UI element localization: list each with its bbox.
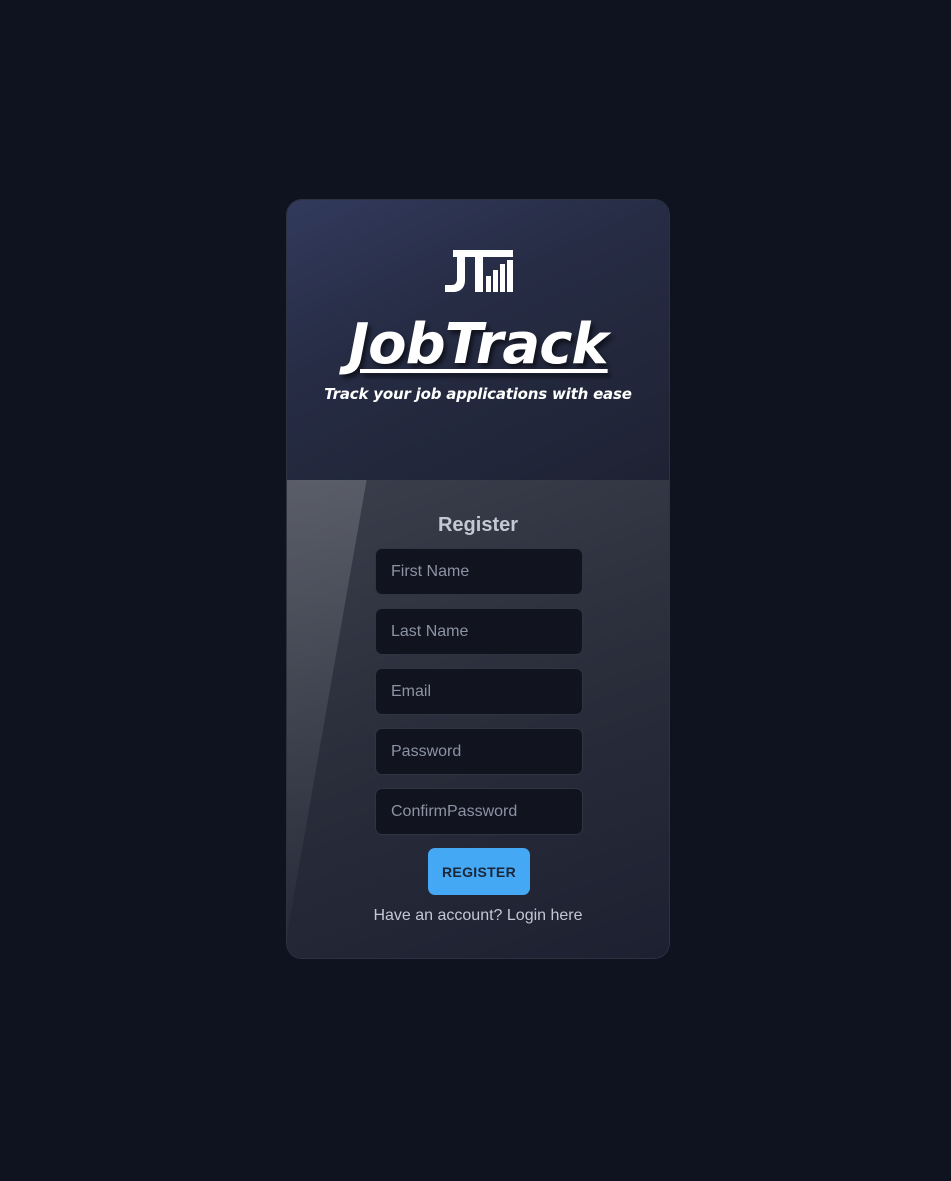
email-field[interactable] bbox=[375, 668, 583, 715]
login-prompt: Have an account? Login here bbox=[287, 907, 669, 925]
first-name-field[interactable] bbox=[375, 548, 583, 595]
register-form-panel: Register REGISTER Have an account? Login… bbox=[287, 480, 669, 958]
form-title: Register bbox=[437, 514, 519, 536]
confirm-password-field[interactable] bbox=[375, 788, 583, 835]
app-name: JobTrack bbox=[348, 312, 608, 377]
last-name-field[interactable] bbox=[375, 608, 583, 655]
app-tagline: Track your job applications with ease bbox=[324, 385, 632, 403]
login-link[interactable]: Login here bbox=[507, 907, 583, 924]
register-button[interactable]: REGISTER bbox=[428, 848, 530, 895]
password-field[interactable] bbox=[375, 728, 583, 775]
login-prompt-text: Have an account? bbox=[373, 907, 503, 924]
jt-bar-chart-logo-icon bbox=[445, 250, 513, 292]
register-card: JobTrack Track your job applications wit… bbox=[286, 199, 670, 959]
card-header: JobTrack Track your job applications wit… bbox=[287, 200, 669, 480]
